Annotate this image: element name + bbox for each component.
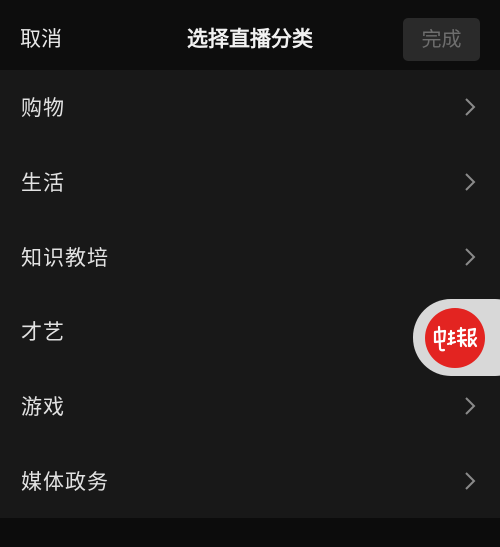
category-item-education[interactable]: 知识教培 xyxy=(0,219,500,294)
chevron-right-icon xyxy=(465,173,476,191)
category-label: 游戏 xyxy=(21,394,65,419)
chevron-right-icon xyxy=(465,471,476,490)
category-item-shopping[interactable]: 购物 xyxy=(0,70,500,145)
chevron-right-icon xyxy=(465,247,476,266)
category-list: 购物 生活 知识教培 才艺 游戏 媒体政务 xyxy=(0,70,500,518)
top-bar: 取消 选择直播分类 完成 xyxy=(0,0,500,70)
category-label: 知识教培 xyxy=(21,245,109,270)
category-label: 购物 xyxy=(21,96,65,121)
brand-logo xyxy=(425,308,485,368)
category-item-media-government[interactable]: 媒体政务 xyxy=(0,443,500,518)
chevron-right-icon xyxy=(465,98,476,117)
category-label: 媒体政务 xyxy=(21,469,109,494)
category-label: 才艺 xyxy=(21,320,65,345)
brand-logo-icon xyxy=(433,325,478,352)
category-item-games[interactable]: 游戏 xyxy=(0,369,500,444)
category-picker-screen: 取消 选择直播分类 完成 购物 生活 知识教培 才艺 游戏 媒体政务 xyxy=(0,0,500,547)
category-item-life[interactable]: 生活 xyxy=(0,145,500,220)
done-button[interactable]: 完成 xyxy=(403,18,480,61)
chevron-right-icon xyxy=(465,397,476,415)
floating-badge-button[interactable] xyxy=(413,299,500,376)
bottom-area xyxy=(0,518,500,547)
category-label: 生活 xyxy=(21,170,65,195)
